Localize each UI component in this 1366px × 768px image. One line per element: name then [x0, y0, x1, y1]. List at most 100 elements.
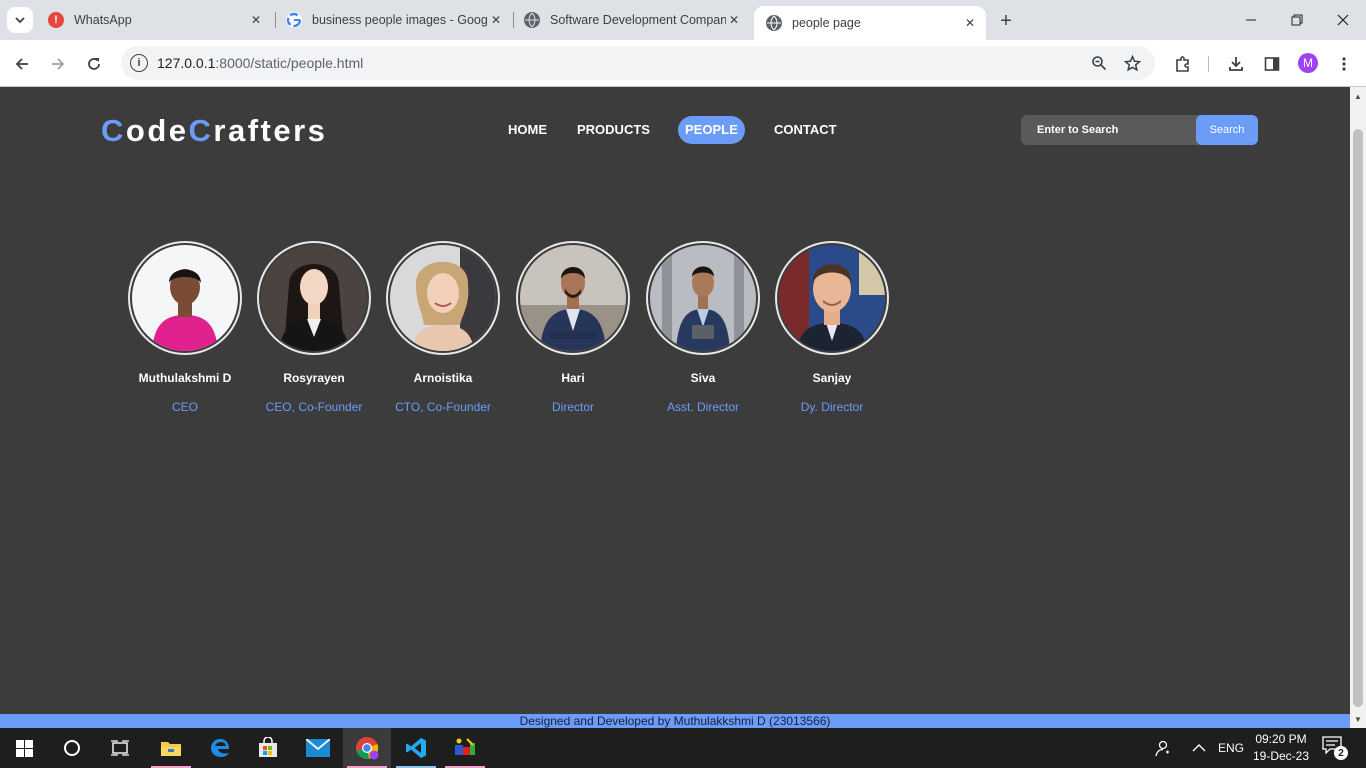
tab-label: people page	[792, 16, 861, 30]
person-photo	[257, 241, 371, 355]
puzzle-icon	[1176, 56, 1189, 72]
logo-text: ode	[125, 113, 189, 148]
people-tray-icon[interactable]	[1154, 728, 1172, 768]
menu-button[interactable]	[1330, 50, 1358, 78]
site-logo[interactable]: CodeCrafters	[101, 113, 327, 149]
app-button[interactable]	[441, 728, 489, 768]
back-button[interactable]	[8, 50, 36, 78]
person-role: CEO, Co-Founder	[265, 400, 363, 414]
tab-search-button[interactable]	[7, 7, 33, 33]
person-role: Asst. Director	[666, 400, 739, 414]
show-hidden-icons-button[interactable]	[1192, 728, 1206, 768]
chevron-down-icon	[15, 17, 25, 24]
vscode-icon	[406, 738, 426, 758]
profile-avatar[interactable]: M	[1298, 53, 1318, 73]
person-name: Arnoistika	[413, 371, 473, 385]
person-portrait	[650, 245, 756, 351]
close-window-button[interactable]	[1320, 0, 1366, 40]
edge-button[interactable]	[196, 728, 244, 768]
person-portrait	[520, 245, 626, 351]
mail-icon	[306, 739, 330, 757]
person-card: Arnoistika CTO, Co-Founder	[378, 241, 508, 414]
person-card: Hari Director	[508, 241, 638, 414]
tab-whatsapp[interactable]: ! WhatsApp ✕	[36, 6, 272, 34]
address-bar[interactable]: i 127.0.0.1:8000/static/people.html	[121, 46, 1155, 80]
side-panel-button[interactable]	[1258, 50, 1286, 78]
nav-products[interactable]: PRODUCTS	[570, 116, 657, 144]
person-card: Siva Asst. Director	[638, 241, 768, 414]
close-icon[interactable]: ✕	[488, 12, 504, 28]
chrome-icon	[356, 737, 379, 760]
globe-icon	[524, 12, 540, 28]
search-taskbar-button[interactable]	[48, 728, 96, 768]
start-button[interactable]	[0, 728, 48, 768]
task-view-icon	[111, 740, 129, 756]
scroll-up-arrow-icon[interactable]: ▲	[1350, 89, 1366, 103]
cortana-circle-icon	[64, 740, 80, 756]
person-role: Director	[551, 400, 594, 414]
clock-date: 19-Dec-23	[1252, 749, 1310, 763]
edge-icon	[211, 739, 229, 757]
minimize-button[interactable]	[1228, 0, 1274, 40]
extensions-button[interactable]	[1169, 50, 1197, 78]
chevron-up-icon	[1192, 744, 1206, 752]
restore-icon	[1291, 14, 1303, 26]
page-viewport: CodeCrafters HOME PRODUCTS PEOPLE CONTAC…	[0, 87, 1350, 728]
logo-text: rafters	[213, 113, 328, 148]
url-host: 127.0.0.1	[157, 55, 216, 71]
close-icon[interactable]: ✕	[962, 15, 978, 31]
new-tab-button[interactable]: +	[994, 9, 1018, 33]
logo-letter-c: C	[188, 113, 214, 148]
person-photo	[386, 241, 500, 355]
person-portrait	[261, 245, 367, 351]
arrow-left-icon	[15, 58, 28, 70]
person-photo	[646, 241, 760, 355]
store-button[interactable]	[244, 728, 292, 768]
close-icon[interactable]: ✕	[248, 12, 264, 28]
reload-button[interactable]	[80, 50, 108, 78]
person-name: Muthulakshmi D	[138, 371, 232, 385]
action-center-button[interactable]: 2	[1322, 736, 1348, 760]
tab-google-images[interactable]: business people images - Goog ✕	[274, 6, 512, 34]
close-icon[interactable]: ✕	[726, 12, 742, 28]
url-text[interactable]: 127.0.0.1:8000/static/people.html	[157, 55, 363, 71]
scroll-down-arrow-icon[interactable]: ▼	[1350, 712, 1366, 726]
search-input[interactable]	[1021, 115, 1201, 145]
paint-app-icon	[455, 738, 475, 755]
url-path: :8000/static/people.html	[215, 55, 364, 71]
globe-icon	[766, 15, 782, 31]
close-icon	[1337, 14, 1349, 26]
task-view-button[interactable]	[96, 728, 144, 768]
zoom-icon[interactable]	[1089, 53, 1109, 73]
tab-label: WhatsApp	[74, 13, 132, 27]
person-portrait	[779, 245, 885, 351]
downloads-button[interactable]	[1222, 50, 1250, 78]
nav-contact[interactable]: CONTACT	[767, 116, 844, 144]
search-button[interactable]: Search	[1196, 115, 1258, 145]
logo-letter-c: C	[101, 113, 126, 148]
forward-button[interactable]	[44, 50, 72, 78]
chrome-button[interactable]	[343, 728, 391, 768]
star-icon[interactable]	[1122, 53, 1142, 73]
taskbar-clock[interactable]: 09:20 PM 19-Dec-23	[1250, 731, 1312, 765]
vscode-button[interactable]	[392, 728, 440, 768]
nav-home[interactable]: HOME	[501, 116, 554, 144]
person-role: Dy. Director	[800, 400, 864, 414]
site-info-icon[interactable]: i	[130, 54, 148, 72]
person-photo	[775, 241, 889, 355]
scroll-thumb[interactable]	[1353, 129, 1363, 707]
nav-people[interactable]: PEOPLE	[678, 116, 745, 144]
tab-label: Software Development Compan	[550, 13, 726, 27]
tab-software-development[interactable]: Software Development Compan ✕	[512, 6, 750, 34]
browser-toolbar: i 127.0.0.1:8000/static/people.html M	[0, 40, 1366, 87]
download-icon	[1229, 57, 1243, 71]
person-role: CEO	[171, 400, 198, 414]
tab-people-page[interactable]: people page ✕	[754, 6, 986, 40]
mail-button[interactable]	[294, 728, 342, 768]
page-footer: Designed and Developed by Muthulakkshmi …	[0, 714, 1350, 728]
file-explorer-button[interactable]	[147, 728, 195, 768]
person-portrait	[132, 245, 238, 351]
restore-button[interactable]	[1274, 0, 1320, 40]
vertical-scrollbar[interactable]: ▲ ▼	[1350, 87, 1366, 728]
input-language[interactable]: ENG	[1218, 728, 1244, 768]
